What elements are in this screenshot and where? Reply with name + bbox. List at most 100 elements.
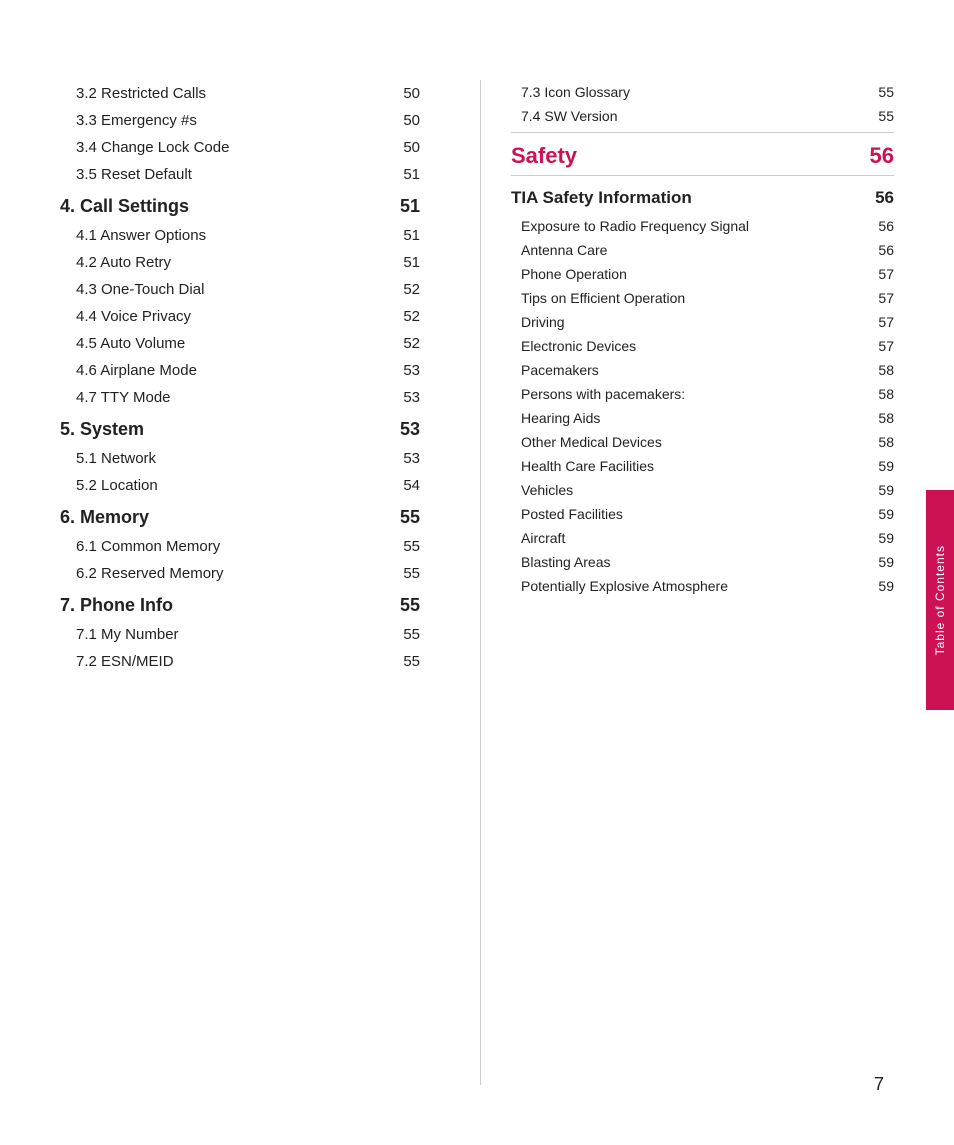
safety-item-page: 56 [869, 218, 894, 234]
toc-item: 4.1 Answer Options51 [60, 222, 420, 249]
sidebar-tab: Table of Contents [926, 490, 954, 710]
safety-item-page: 59 [869, 506, 894, 522]
toc-label: 3.2 Restricted Calls [76, 85, 390, 102]
left-column: 3.2 Restricted Calls503.3 Emergency #s50… [60, 80, 440, 1085]
page-container: 3.2 Restricted Calls503.3 Emergency #s50… [0, 0, 954, 1145]
section-header: 6. Memory 55 [60, 499, 420, 533]
toc-label: 4.2 Auto Retry [76, 254, 390, 271]
toc-item: 4.7 TTY Mode53 [60, 384, 420, 411]
toc-page: 51 [390, 166, 420, 183]
toc-item: 6.2 Reserved Memory55 [60, 560, 420, 587]
safety-item-page: 57 [869, 266, 894, 282]
two-column-layout: 3.2 Restricted Calls503.3 Emergency #s50… [60, 80, 894, 1085]
safety-item-label: Hearing Aids [521, 410, 869, 426]
toc-label: 7.1 My Number [76, 626, 390, 643]
toc-item: 5.2 Location54 [60, 472, 420, 499]
toc-label: 5.1 Network [76, 450, 390, 467]
toc-page: 50 [390, 85, 420, 102]
toc-page: 52 [390, 308, 420, 325]
safety-item: Vehicles59 [511, 478, 894, 502]
safety-item: Blasting Areas59 [511, 550, 894, 574]
safety-item-page: 58 [869, 386, 894, 402]
toc-page: 50 [390, 112, 420, 129]
toc-item: 3.3 Emergency #s50 [60, 107, 420, 134]
safety-item: Driving57 [511, 310, 894, 334]
toc-page: 52 [390, 335, 420, 352]
toc-label: 4.7 TTY Mode [76, 389, 390, 406]
toc-label: 4.4 Voice Privacy [76, 308, 390, 325]
safety-item-page: 59 [869, 578, 894, 594]
tia-page: 56 [875, 188, 894, 208]
toc-page: 53 [390, 362, 420, 379]
toc-item: 4.2 Auto Retry51 [60, 249, 420, 276]
right-toc-page: 55 [869, 84, 894, 100]
safety-item: Electronic Devices57 [511, 334, 894, 358]
safety-item: Potentially Explosive Atmosphere59 [511, 574, 894, 598]
tia-label: TIA Safety Information [511, 188, 692, 208]
toc-label: 4.3 One-Touch Dial [76, 281, 390, 298]
toc-item: 3.4 Change Lock Code50 [60, 134, 420, 161]
safety-item-page: 57 [869, 314, 894, 330]
toc-page: 50 [390, 139, 420, 156]
safety-item-label: Tips on Efficient Operation [521, 290, 869, 306]
divider [511, 132, 894, 133]
section-label: 7. Phone Info [60, 595, 173, 616]
safety-item-page: 57 [869, 290, 894, 306]
toc-item: 6.1 Common Memory55 [60, 533, 420, 560]
right-toc-item: 7.3 Icon Glossary55 [511, 80, 894, 104]
safety-item-label: Blasting Areas [521, 554, 869, 570]
toc-page: 55 [390, 653, 420, 670]
section-page: 51 [400, 196, 420, 217]
section-page: 53 [400, 419, 420, 440]
toc-label: 3.5 Reset Default [76, 166, 390, 183]
toc-label: 6.1 Common Memory [76, 538, 390, 555]
safety-item-label: Pacemakers [521, 362, 869, 378]
toc-label: 4.6 Airplane Mode [76, 362, 390, 379]
safety-item-page: 58 [869, 362, 894, 378]
safety-item-label: Other Medical Devices [521, 434, 869, 450]
safety-item-label: Aircraft [521, 530, 869, 546]
safety-item-page: 59 [869, 482, 894, 498]
toc-page: 53 [390, 450, 420, 467]
toc-label: 4.1 Answer Options [76, 227, 390, 244]
right-toc-page: 55 [869, 108, 894, 124]
toc-label: 6.2 Reserved Memory [76, 565, 390, 582]
safety-item: Tips on Efficient Operation57 [511, 286, 894, 310]
section-label: 6. Memory [60, 507, 149, 528]
toc-page: 52 [390, 281, 420, 298]
safety-item: Pacemakers58 [511, 358, 894, 382]
toc-item: 3.5 Reset Default51 [60, 161, 420, 188]
toc-item: 5.1 Network53 [60, 445, 420, 472]
right-toc-label: 7.4 SW Version [521, 108, 869, 124]
safety-item-page: 59 [869, 458, 894, 474]
safety-item: Antenna Care56 [511, 238, 894, 262]
section-header: 7. Phone Info55 [60, 587, 420, 621]
safety-item-page: 59 [869, 554, 894, 570]
toc-page: 53 [390, 389, 420, 406]
safety-item-label: Driving [521, 314, 869, 330]
safety-page: 56 [870, 143, 894, 169]
tia-header: TIA Safety Information 56 [511, 180, 894, 214]
safety-item: Posted Facilities59 [511, 502, 894, 526]
section-header: 5. System 53 [60, 411, 420, 445]
safety-item: Phone Operation57 [511, 262, 894, 286]
section-page: 55 [400, 507, 420, 528]
toc-item: 4.3 One-Touch Dial52 [60, 276, 420, 303]
section-label: 5. System [60, 419, 144, 440]
toc-page: 55 [390, 626, 420, 643]
safety-item-label: Electronic Devices [521, 338, 869, 354]
toc-label: 5.2 Location [76, 477, 390, 494]
safety-item-page: 56 [869, 242, 894, 258]
safety-item-page: 58 [869, 434, 894, 450]
toc-item: 4.4 Voice Privacy52 [60, 303, 420, 330]
toc-page: 51 [390, 254, 420, 271]
safety-item-label: Posted Facilities [521, 506, 869, 522]
section-header: 4. Call Settings51 [60, 188, 420, 222]
safety-label: Safety [511, 143, 577, 169]
toc-page: 54 [390, 477, 420, 494]
safety-item-label: Vehicles [521, 482, 869, 498]
safety-item-page: 57 [869, 338, 894, 354]
toc-label: 3.4 Change Lock Code [76, 139, 390, 156]
toc-label: 7.2 ESN/MEID [76, 653, 390, 670]
page-number: 7 [874, 1074, 884, 1095]
